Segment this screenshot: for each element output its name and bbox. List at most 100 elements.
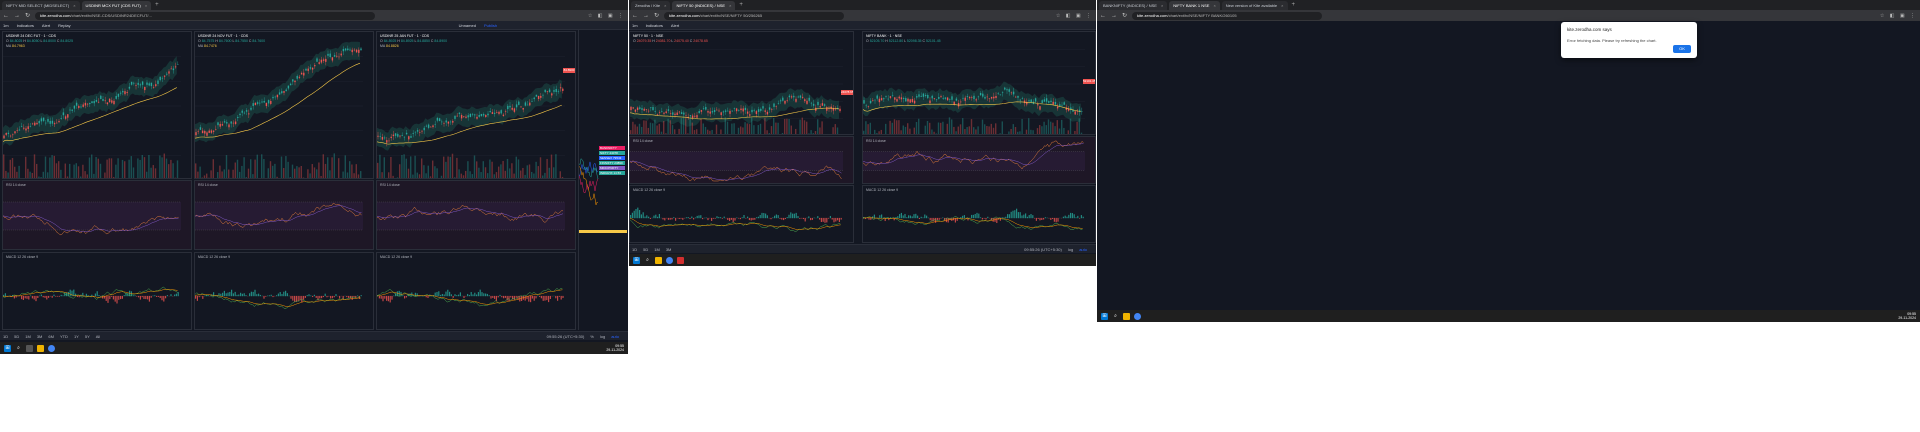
system-clock[interactable]: 09:55 29-11-2024 bbox=[1898, 312, 1916, 320]
tab-midselect[interactable]: NIFTY MID SELECT (MIDSELECT) × bbox=[2, 1, 80, 10]
dialog-ok-button[interactable]: OK bbox=[1673, 45, 1691, 53]
interval-button[interactable]: 1m bbox=[632, 23, 638, 28]
banknifty-macd-pane[interactable]: MACD 12 26 close 9 bbox=[862, 185, 1096, 243]
banknifty-rsi-pane[interactable]: RSI 14 close bbox=[862, 136, 1096, 184]
back-icon[interactable]: ← bbox=[3, 13, 9, 19]
tab-nifty[interactable]: NIFTY 50 (INDICES) / NSE × bbox=[672, 1, 736, 10]
rsi-pane-1[interactable]: RSI 14 close bbox=[2, 180, 192, 250]
windows-start-icon[interactable]: ⊞ bbox=[1101, 312, 1108, 320]
macd-pane-2[interactable]: MACD 12 26 close 9 bbox=[194, 252, 374, 330]
nifty-price-pane[interactable]: NIFTY 50 · 1 · NSE O 24079.35 H 24081.70… bbox=[629, 31, 854, 135]
range-5y[interactable]: 5Y bbox=[85, 334, 90, 339]
new-tab-icon[interactable]: + bbox=[739, 1, 743, 10]
new-tab-icon[interactable]: + bbox=[155, 1, 159, 10]
log-toggle[interactable]: log bbox=[600, 334, 605, 339]
browser-extension-icons[interactable]: ☆ ◧ ▣ ⋮ bbox=[588, 13, 625, 19]
back-icon[interactable]: ← bbox=[632, 13, 638, 19]
replay-button[interactable]: Replay bbox=[58, 23, 70, 28]
watchlist-chip[interactable]: NIFTY 24078 bbox=[599, 151, 625, 155]
price-pane-3[interactable]: USDINR 25 JAN FUT · 1 · CDS O 84.8925 H … bbox=[376, 31, 576, 179]
chrome-icon[interactable] bbox=[1134, 312, 1141, 320]
mini-chart-strip[interactable]: BANKNIFTY 52101NIFTY 24078SENSEX 79543FI… bbox=[578, 30, 627, 330]
range-3m[interactable]: 3M bbox=[666, 247, 672, 252]
explorer-icon[interactable] bbox=[37, 344, 44, 352]
back-icon[interactable]: ← bbox=[1100, 13, 1106, 19]
close-icon[interactable]: × bbox=[1161, 1, 1163, 10]
tab-kite-update[interactable]: New version of Kite available × bbox=[1221, 1, 1288, 10]
macd-pane-1[interactable]: MACD 12 26 close 9 bbox=[2, 252, 192, 330]
macd-pane-3[interactable]: MACD 12 26 close 9 bbox=[376, 252, 576, 330]
watchlist-chip[interactable]: SENSEX 79543 bbox=[599, 156, 625, 160]
range-all[interactable]: All bbox=[96, 334, 100, 339]
candlestick-chart[interactable] bbox=[630, 32, 854, 135]
close-icon[interactable]: × bbox=[1213, 1, 1215, 10]
app-icon[interactable] bbox=[677, 256, 684, 264]
watchlist-chip[interactable]: BANKNIFTY 52101 bbox=[599, 146, 625, 154]
browser-extension-icons[interactable]: ☆ ◧ ▣ ⋮ bbox=[1880, 13, 1917, 19]
url-field[interactable]: kite.zerodha.com/chart/ext/tv/NSE-CDS/US… bbox=[35, 11, 376, 20]
range-5d[interactable]: 5D bbox=[643, 247, 648, 252]
auto-toggle[interactable]: auto bbox=[1079, 247, 1087, 252]
chrome-icon[interactable] bbox=[48, 344, 55, 352]
system-clock[interactable]: 09:55 29-11-2024 bbox=[606, 344, 624, 352]
task-view-icon[interactable] bbox=[26, 344, 33, 352]
candlestick-chart[interactable] bbox=[195, 32, 374, 179]
range-3m[interactable]: 3M bbox=[37, 334, 43, 339]
alert-button[interactable]: Alert bbox=[42, 23, 50, 28]
nifty-macd-pane[interactable]: MACD 12 26 close 9 bbox=[629, 185, 854, 243]
tab-kite[interactable]: Zerodha / Kite × bbox=[631, 1, 671, 10]
close-icon[interactable]: × bbox=[1281, 1, 1283, 10]
alert-button[interactable]: Alert bbox=[671, 23, 679, 28]
tab-niftybank[interactable]: NIFTY BANK 1 NSE × bbox=[1169, 1, 1220, 10]
windows-start-icon[interactable]: ⊞ bbox=[633, 256, 640, 264]
range-5d[interactable]: 5D bbox=[14, 334, 19, 339]
range-1m[interactable]: 1M bbox=[25, 334, 31, 339]
browser-extension-icons[interactable]: ☆ ◧ ▣ ⋮ bbox=[1056, 13, 1093, 19]
percent-toggle[interactable]: % bbox=[590, 334, 594, 339]
watchlist-chip[interactable]: INDIAVIX 14.53 bbox=[599, 171, 625, 175]
nifty-rsi-pane[interactable]: RSI 14 close bbox=[629, 136, 854, 184]
auto-toggle[interactable]: auto bbox=[611, 334, 619, 339]
range-1d[interactable]: 1D bbox=[632, 247, 637, 252]
explorer-icon[interactable] bbox=[655, 256, 662, 264]
rsi-pane-2[interactable]: RSI 14 close bbox=[194, 180, 374, 250]
log-toggle[interactable]: log bbox=[1068, 247, 1073, 252]
layout-button[interactable]: Unnamed bbox=[459, 23, 476, 28]
reload-icon[interactable]: ↻ bbox=[25, 12, 30, 19]
range-6m[interactable]: 6M bbox=[48, 334, 54, 339]
rsi-pane-3[interactable]: RSI 14 close bbox=[376, 180, 576, 250]
new-tab-icon[interactable]: + bbox=[1292, 1, 1296, 10]
search-icon[interactable]: ⌕ bbox=[1112, 313, 1119, 320]
forward-icon[interactable]: → bbox=[643, 13, 649, 19]
chrome-icon[interactable] bbox=[666, 256, 673, 264]
indicators-button[interactable]: Indicators bbox=[646, 23, 663, 28]
explorer-icon[interactable] bbox=[1123, 312, 1130, 320]
banknifty-price-pane[interactable]: NIFTY BANK · 1 · NSE O 52105.70 H 52112.… bbox=[862, 31, 1096, 135]
close-icon[interactable]: × bbox=[664, 1, 666, 10]
tab-usdinr[interactable]: USDINR MCX FUT (CDS FUT) × bbox=[81, 1, 152, 10]
tab-banknifty[interactable]: BANKNIFTY (INDICES) / NSE × bbox=[1099, 1, 1168, 10]
windows-start-icon[interactable]: ⊞ bbox=[4, 344, 11, 352]
search-icon[interactable]: ⌕ bbox=[644, 257, 651, 264]
candlestick-chart[interactable] bbox=[3, 32, 192, 179]
reload-icon[interactable]: ↻ bbox=[1122, 12, 1127, 19]
range-1m[interactable]: 1M bbox=[654, 247, 660, 252]
candlestick-chart[interactable] bbox=[863, 32, 1096, 135]
candlestick-chart[interactable] bbox=[377, 32, 576, 179]
watchlist-chip[interactable]: MIDCPNIFTY 12470 bbox=[599, 166, 625, 174]
search-icon[interactable]: ⌕ bbox=[15, 345, 22, 352]
range-1y[interactable]: 1Y bbox=[74, 334, 79, 339]
reload-icon[interactable]: ↻ bbox=[654, 12, 659, 19]
forward-icon[interactable]: → bbox=[14, 13, 20, 19]
url-field[interactable]: kite.zerodha.com/chart/ext/tv/NSE/NIFTY … bbox=[664, 11, 845, 20]
interval-button[interactable]: 1m bbox=[3, 23, 9, 28]
close-icon[interactable]: × bbox=[729, 1, 731, 10]
price-pane-1[interactable]: USDINR 24 DEC FUT · 1 · CDS O 84.8025 H … bbox=[2, 31, 192, 179]
close-icon[interactable]: × bbox=[145, 1, 147, 10]
publish-button[interactable]: Publish bbox=[484, 23, 497, 28]
close-icon[interactable]: × bbox=[73, 1, 75, 10]
forward-icon[interactable]: → bbox=[1111, 13, 1117, 19]
watchlist-chip[interactable]: FINNIFTY 23890 bbox=[599, 161, 625, 165]
indicators-button[interactable]: Indicators bbox=[17, 23, 34, 28]
range-1d[interactable]: 1D bbox=[3, 334, 8, 339]
